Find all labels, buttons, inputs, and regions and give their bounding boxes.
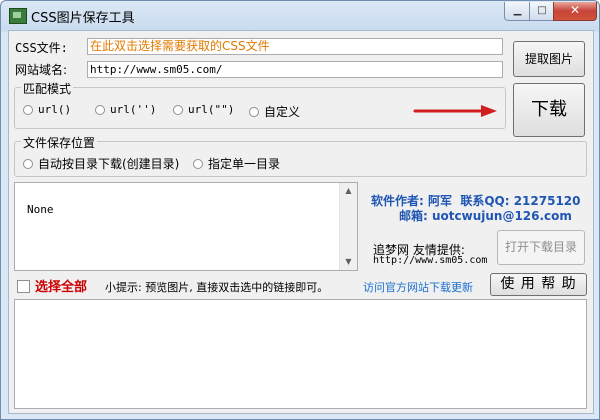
radio-dot (249, 106, 259, 117)
radio-dot (23, 104, 33, 115)
extract-images-button[interactable]: 提取图片 (513, 41, 585, 77)
save-location-group: 文件保存位置 自动按目录下载(创建目录) 指定单一目录 (14, 134, 587, 177)
save-location-title: 文件保存位置 (21, 134, 98, 151)
radio-url-double-quote[interactable]: url("") (173, 103, 234, 116)
radio-dot (173, 104, 183, 115)
title-bar[interactable]: CSS图片保存工具 ▁ □ ✕ (1, 1, 599, 29)
css-file-input[interactable]: 在此双击选择需要获取的CSS文件 (87, 38, 503, 55)
radio-url-plain[interactable]: url() (23, 103, 71, 116)
list-item[interactable]: None (27, 203, 54, 216)
match-mode-group: 匹配模式 url() url('') url("") 自定义 (14, 80, 506, 129)
friend-url: http://www.sm05.com (373, 255, 488, 266)
app-icon (9, 8, 27, 24)
css-file-label: CSS文件: (15, 41, 68, 55)
select-all-label[interactable]: 选择全部 (35, 276, 87, 295)
css-file-placeholder: 在此双击选择需要获取的CSS文件 (90, 39, 270, 53)
radio-url-single-quote[interactable]: url('') (95, 103, 156, 116)
scroll-down-arrow-icon[interactable]: ▼ (340, 254, 357, 270)
scroll-up-arrow-icon[interactable]: ▲ (340, 183, 357, 199)
email-info: 邮箱: uotcwujun@126.com (399, 209, 572, 223)
site-input[interactable]: http://www.sm05.com/ (87, 61, 503, 78)
download-button[interactable]: 下载 (513, 83, 585, 137)
update-link[interactable]: 访问官方网站下载更新 (363, 279, 473, 295)
listbox-scrollbar[interactable]: ▲ ▼ (339, 183, 357, 270)
match-mode-title: 匹配模式 (21, 80, 74, 97)
image-preview-area[interactable] (14, 299, 587, 409)
link-listbox[interactable]: None ▲ ▼ (14, 182, 358, 271)
open-download-folder-button[interactable]: 打开下载目录 (497, 230, 585, 265)
tip-text: 小提示: 预览图片, 直接双击选中的链接即可。 (105, 281, 329, 294)
radio-dot (23, 158, 33, 169)
minimize-button[interactable]: ▁ (504, 2, 531, 21)
close-button[interactable]: ✕ (553, 2, 597, 21)
app-window: CSS图片保存工具 ▁ □ ✕ CSS文件: 在此双击选择需要获取的CSS文件 … (0, 0, 600, 420)
select-all-checkbox[interactable] (17, 280, 30, 293)
maximize-button[interactable]: □ (529, 2, 555, 21)
window-title: CSS图片保存工具 (31, 11, 135, 26)
red-arrow-icon (413, 105, 497, 117)
radio-single-directory[interactable]: 指定单一目录 (193, 155, 280, 172)
client-area: CSS文件: 在此双击选择需要获取的CSS文件 网站域名: http://www… (8, 30, 594, 414)
radio-custom[interactable]: 自定义 (249, 103, 300, 120)
radio-auto-directory[interactable]: 自动按目录下载(创建目录) (23, 155, 179, 172)
radio-dot (193, 158, 203, 169)
radio-dot (95, 104, 105, 115)
help-button[interactable]: 使 用 帮 助 (490, 273, 587, 296)
site-label: 网站域名: (15, 63, 68, 77)
